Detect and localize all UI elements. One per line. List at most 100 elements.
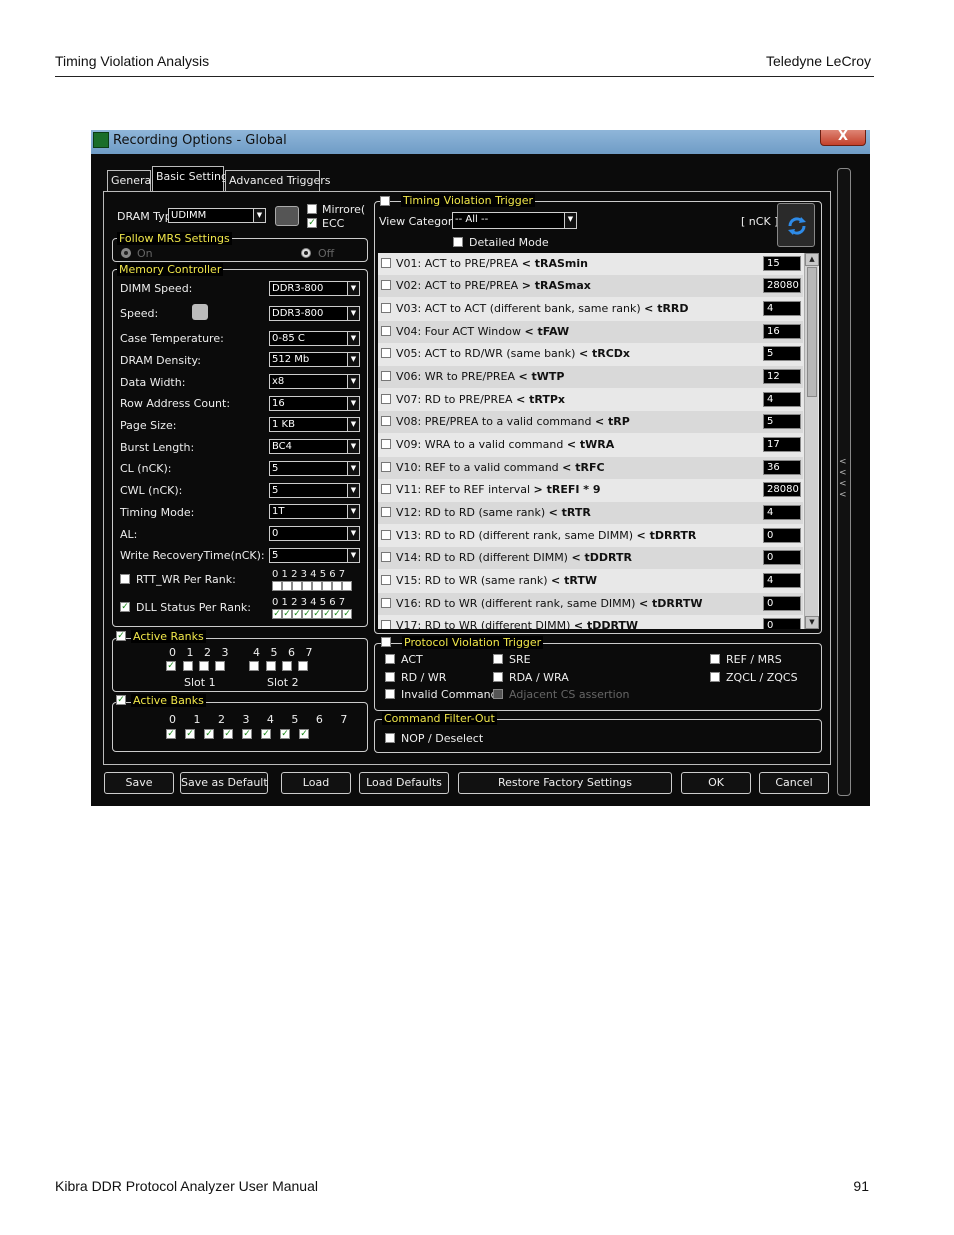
pv-rd-wr-checkbox[interactable]	[385, 672, 395, 682]
violation-row[interactable]: V10: REF to a valid command < tRFC 36	[378, 457, 803, 479]
mirrored-checkbox[interactable]	[307, 204, 317, 214]
violation-checkbox[interactable]	[381, 416, 391, 426]
rtt-rank-4[interactable]	[312, 581, 322, 591]
rtt-rank-3[interactable]	[302, 581, 312, 591]
pv-sre-checkbox[interactable]	[493, 654, 503, 664]
pv-act-checkbox[interactable]	[385, 654, 395, 664]
violation-checkbox[interactable]	[381, 326, 391, 336]
violation-row[interactable]: V16: RD to WR (different rank, same DIMM…	[378, 593, 803, 615]
pv-rda-wra-checkbox[interactable]	[493, 672, 503, 682]
violation-row[interactable]: V03: ACT to ACT (different bank, same ra…	[378, 298, 803, 320]
refresh-button[interactable]	[777, 203, 815, 247]
field-select[interactable]: 5 ▼	[269, 461, 360, 476]
field-select[interactable]: 512 Mb ▼	[269, 352, 360, 367]
ecc-checkbox[interactable]	[307, 218, 317, 228]
violation-value[interactable]: 12	[763, 369, 801, 384]
tab-advanced-triggers[interactable]: Advanced Triggers	[225, 170, 331, 192]
active-rank-7[interactable]	[298, 661, 308, 671]
pv-zqcl-checkbox[interactable]	[710, 672, 720, 682]
violation-value[interactable]: 0	[763, 618, 801, 629]
view-category-select[interactable]: -- All -- ▼	[452, 212, 577, 229]
active-rank-0[interactable]	[166, 661, 176, 671]
window-titlebar[interactable]: Recording Options - Global X	[91, 130, 870, 154]
ok-button[interactable]: OK	[681, 772, 751, 794]
violation-row[interactable]: V12: RD to RD (same rank) < tRTR 4	[378, 502, 803, 524]
violation-row[interactable]: V15: RD to WR (same rank) < tRTW 4	[378, 570, 803, 592]
violation-value[interactable]: 4	[763, 301, 801, 316]
scroll-thumb[interactable]	[807, 267, 817, 397]
active-bank-6[interactable]	[280, 729, 290, 739]
violation-checkbox[interactable]	[381, 439, 391, 449]
dll-rank-2[interactable]	[292, 609, 302, 619]
active-banks-checkbox[interactable]	[116, 695, 126, 705]
violation-checkbox[interactable]	[381, 484, 391, 494]
active-rank-3[interactable]	[215, 661, 225, 671]
violation-value[interactable]: 5	[763, 414, 801, 429]
violation-value[interactable]: 0	[763, 596, 801, 611]
active-bank-2[interactable]	[204, 729, 214, 739]
violation-row[interactable]: V06: WR to PRE/PREA < tWTP 12	[378, 366, 803, 388]
dll-rank-3[interactable]	[302, 609, 312, 619]
dram-type-select[interactable]: UDIMM ▼	[168, 208, 266, 223]
dll-rank-1[interactable]	[282, 609, 292, 619]
violation-checkbox[interactable]	[381, 530, 391, 540]
dll-rank-4[interactable]	[312, 609, 322, 619]
violation-value[interactable]: 0	[763, 550, 801, 565]
field-select[interactable]: DDR3-800 ▼	[269, 281, 360, 296]
active-rank-2[interactable]	[199, 661, 209, 671]
pv-ref-mrs-checkbox[interactable]	[710, 654, 720, 664]
active-rank-1[interactable]	[183, 661, 193, 671]
dll-rank-7[interactable]	[342, 609, 352, 619]
violation-row[interactable]: V08: PRE/PREA to a valid command < tRP 5	[378, 411, 803, 433]
field-select[interactable]: x8 ▼	[269, 374, 360, 389]
window-side-scrollbar[interactable]: < < < <	[837, 168, 851, 796]
active-bank-0[interactable]	[166, 729, 176, 739]
violation-value[interactable]: 0	[763, 528, 801, 543]
violation-checkbox[interactable]	[381, 598, 391, 608]
violation-checkbox[interactable]	[381, 462, 391, 472]
violation-value[interactable]: 4	[763, 573, 801, 588]
active-rank-5[interactable]	[266, 661, 276, 671]
violation-value[interactable]: 36	[763, 460, 801, 475]
violation-checkbox[interactable]	[381, 552, 391, 562]
collapse-arrows-icon[interactable]: < < < <	[839, 457, 847, 501]
active-bank-1[interactable]	[185, 729, 195, 739]
violation-row[interactable]: V04: Four ACT Window < tFAW 16	[378, 321, 803, 343]
field-select[interactable]: 0-85 C ▼	[269, 331, 360, 346]
dll-rank-5[interactable]	[322, 609, 332, 619]
scroll-down-icon[interactable]: ▼	[805, 616, 819, 629]
save-as-default-button[interactable]: Save as Default	[180, 772, 268, 794]
violation-row[interactable]: V14: RD to RD (different DIMM) < tDDRTR 0	[378, 547, 803, 569]
field-select[interactable]: 1T ▼	[269, 504, 360, 519]
rtt-rank-1[interactable]	[282, 581, 292, 591]
field-select[interactable]: 5 ▼	[269, 483, 360, 498]
tab-general[interactable]: General	[107, 170, 154, 192]
timing-list-scrollbar[interactable]: ▲ ▼	[804, 253, 819, 629]
field-select[interactable]: 1 KB ▼	[269, 417, 360, 432]
field-select[interactable]: DDR3-800 ▼	[269, 306, 360, 321]
violation-value[interactable]: 28080	[763, 482, 801, 497]
active-bank-5[interactable]	[261, 729, 271, 739]
timing-violation-checkbox[interactable]	[380, 196, 390, 206]
load-button[interactable]: Load	[281, 772, 351, 794]
violation-value[interactable]: 17	[763, 437, 801, 452]
active-ranks-checkbox[interactable]	[116, 631, 126, 641]
dll-rank-6[interactable]	[332, 609, 342, 619]
mrs-off-radio[interactable]	[301, 248, 311, 258]
field-select[interactable]: 5 ▼	[269, 548, 360, 563]
violation-value[interactable]: 5	[763, 346, 801, 361]
violation-row[interactable]: V17: RD to WR (different DIMM) < tDDRTW 0	[378, 615, 803, 629]
violation-checkbox[interactable]	[381, 371, 391, 381]
violation-row[interactable]: V09: WRA to a valid command < tWRA 17	[378, 434, 803, 456]
active-bank-7[interactable]	[299, 729, 309, 739]
violation-row[interactable]: V11: REF to REF interval > tREFI * 9 2808…	[378, 479, 803, 501]
rtt-rank-5[interactable]	[322, 581, 332, 591]
load-defaults-button[interactable]: Load Defaults	[359, 772, 449, 794]
dram-info-icon[interactable]	[275, 206, 299, 226]
field-select[interactable]: BC4 ▼	[269, 439, 360, 454]
dll-status-checkbox[interactable]	[120, 602, 130, 612]
active-bank-3[interactable]	[223, 729, 233, 739]
tab-basic-settings[interactable]: Basic Settings	[152, 166, 234, 192]
dll-rank-0[interactable]	[272, 609, 282, 619]
violation-row[interactable]: V13: RD to RD (different rank, same DIMM…	[378, 525, 803, 547]
